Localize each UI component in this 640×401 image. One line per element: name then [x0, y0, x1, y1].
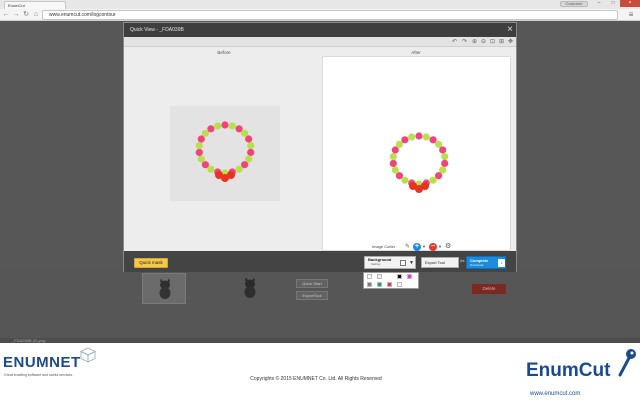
- flower-charm: [421, 182, 429, 190]
- swatch-red[interactable]: [387, 282, 392, 287]
- quick-view-dialog: Quick View - _FDA039B × ↶ ↷ ⊕ ⊖ ⊡ ⊞ ✥ Be…: [123, 22, 517, 272]
- original-thumbnail[interactable]: [142, 273, 186, 304]
- swatch-black[interactable]: [397, 274, 402, 279]
- add-area-button[interactable]: +: [413, 243, 421, 251]
- brush-icon[interactable]: ✎: [405, 243, 410, 251]
- complete-download-button[interactable]: Complete Download ↓: [466, 256, 506, 269]
- swatch-green[interactable]: [377, 282, 382, 287]
- after-image: [383, 129, 455, 199]
- bead: [389, 153, 397, 161]
- bead: [401, 136, 409, 144]
- remove-area-button[interactable]: −: [429, 243, 437, 251]
- swatch-dark-gray[interactable]: [367, 282, 372, 287]
- enumnet-tagline: Great enabling software and useful servi…: [4, 373, 74, 377]
- bead: [195, 148, 203, 156]
- bead: [247, 142, 255, 150]
- before-image: [170, 106, 280, 201]
- close-window-button[interactable]: ×: [620, 0, 640, 7]
- bead: [441, 153, 449, 161]
- browser-user-badge[interactable]: Customer: [560, 1, 588, 7]
- cat-figurine-icon: [244, 278, 256, 298]
- redo-icon[interactable]: ↷: [460, 37, 469, 47]
- swatch-off-white[interactable]: [397, 282, 402, 287]
- scissors-icon[interactable]: ✂: [459, 257, 466, 268]
- bead: [235, 165, 243, 173]
- bead: [391, 166, 399, 174]
- fit-screen-icon[interactable]: ⊡: [488, 37, 497, 47]
- swatch-white[interactable]: [367, 274, 372, 279]
- browser-menu-icon[interactable]: ≡: [626, 10, 636, 20]
- before-label: Before: [217, 50, 231, 55]
- background-color-popup: [363, 272, 419, 289]
- delete-button[interactable]: Delete: [472, 284, 506, 294]
- background-setting-button[interactable]: Background Setting ▼: [364, 256, 416, 269]
- undo-icon[interactable]: ↶: [450, 37, 459, 47]
- dialog-title-bar: Quick View - _FDA039B ×: [124, 23, 516, 37]
- bead: [245, 135, 253, 143]
- back-arrow-icon[interactable]: ←: [2, 10, 10, 20]
- remove-dropdown-icon[interactable]: ▼: [438, 243, 442, 251]
- actual-size-icon[interactable]: ⊞: [497, 37, 506, 47]
- settings-gear-icon[interactable]: ⚙: [445, 243, 451, 251]
- dialog-footer: Quick mask Background Setting ▼ Export T…: [124, 251, 516, 272]
- export-tool-button[interactable]: Export Tool: [421, 257, 459, 268]
- browser-tab-strip: EnumCut Customer – □ ×: [0, 0, 640, 9]
- home-icon[interactable]: ⌂: [32, 10, 40, 20]
- bead: [214, 122, 222, 130]
- bead: [429, 176, 437, 184]
- bead: [195, 142, 203, 150]
- reload-icon[interactable]: ↻: [22, 10, 30, 20]
- swatch-magenta[interactable]: [407, 274, 412, 279]
- site-footer: ENUMNET Great enabling software and usef…: [0, 343, 640, 401]
- flower-charm: [227, 171, 235, 179]
- enumnet-cube-logo-icon: [80, 347, 96, 363]
- cat-figurine-icon: [159, 279, 171, 299]
- enumcut-url[interactable]: www.enumcut.com: [530, 391, 580, 398]
- bead: [247, 148, 255, 156]
- dialog-toolbar: ↶ ↷ ⊕ ⊖ ⊡ ⊞ ✥: [124, 37, 516, 47]
- background-sub-label: Setting: [371, 262, 381, 266]
- chevron-down-icon: ▼: [409, 260, 414, 266]
- after-preview-pane: [322, 56, 511, 251]
- bead: [207, 125, 215, 133]
- image-cutter-label: Image Cutter: [372, 244, 396, 249]
- bead: [422, 133, 430, 141]
- quick-mask-button[interactable]: Quick mask: [134, 258, 168, 268]
- bead: [439, 146, 447, 154]
- minimize-button[interactable]: –: [592, 0, 606, 7]
- bead: [197, 155, 205, 163]
- move-icon[interactable]: ✥: [506, 37, 515, 47]
- bead: [221, 121, 229, 129]
- enumcut-logo-text[interactable]: EnumCut: [526, 361, 610, 381]
- download-icon: ↓: [498, 259, 505, 267]
- bracelet-image-after: [389, 132, 449, 193]
- zoom-in-icon[interactable]: ⊕: [470, 37, 479, 47]
- quick-start-button[interactable]: Quick Start: [296, 279, 328, 288]
- bead: [408, 133, 416, 141]
- pen-logo-icon: [618, 349, 636, 377]
- bead: [228, 122, 236, 130]
- forward-arrow-icon[interactable]: →: [12, 10, 20, 20]
- address-bar: ← → ↻ ⌂ www.enumcut.com/logcontour ≡: [0, 9, 640, 21]
- bead: [415, 132, 423, 140]
- dialog-title: Quick View - _FDA039B: [130, 27, 184, 33]
- dialog-close-icon[interactable]: ×: [504, 23, 516, 37]
- bracelet-image-before: [195, 121, 255, 182]
- maximize-button[interactable]: □: [606, 0, 620, 7]
- bead: [441, 159, 449, 167]
- url-input[interactable]: www.enumcut.com/logcontour: [42, 10, 618, 20]
- browser-tab[interactable]: EnumCut: [4, 1, 66, 9]
- enumnet-logo-text[interactable]: ENUMNET: [3, 355, 81, 371]
- swatch-light-gray[interactable]: [377, 274, 382, 279]
- add-dropdown-icon[interactable]: ▼: [422, 243, 426, 251]
- copyright-text: Copyrights © 2015 ENUMNET Co. Ltd. All R…: [250, 376, 382, 382]
- complete-sub-label: Download: [470, 263, 484, 267]
- zoom-out-icon[interactable]: ⊖: [479, 37, 488, 47]
- background-swatch-icon: [400, 260, 406, 266]
- result-thumbnail[interactable]: [228, 273, 272, 304]
- bead: [389, 159, 397, 167]
- browser-tab-title: EnumCut: [8, 3, 25, 8]
- export-tool-button-behind[interactable]: ExportTool: [296, 291, 328, 300]
